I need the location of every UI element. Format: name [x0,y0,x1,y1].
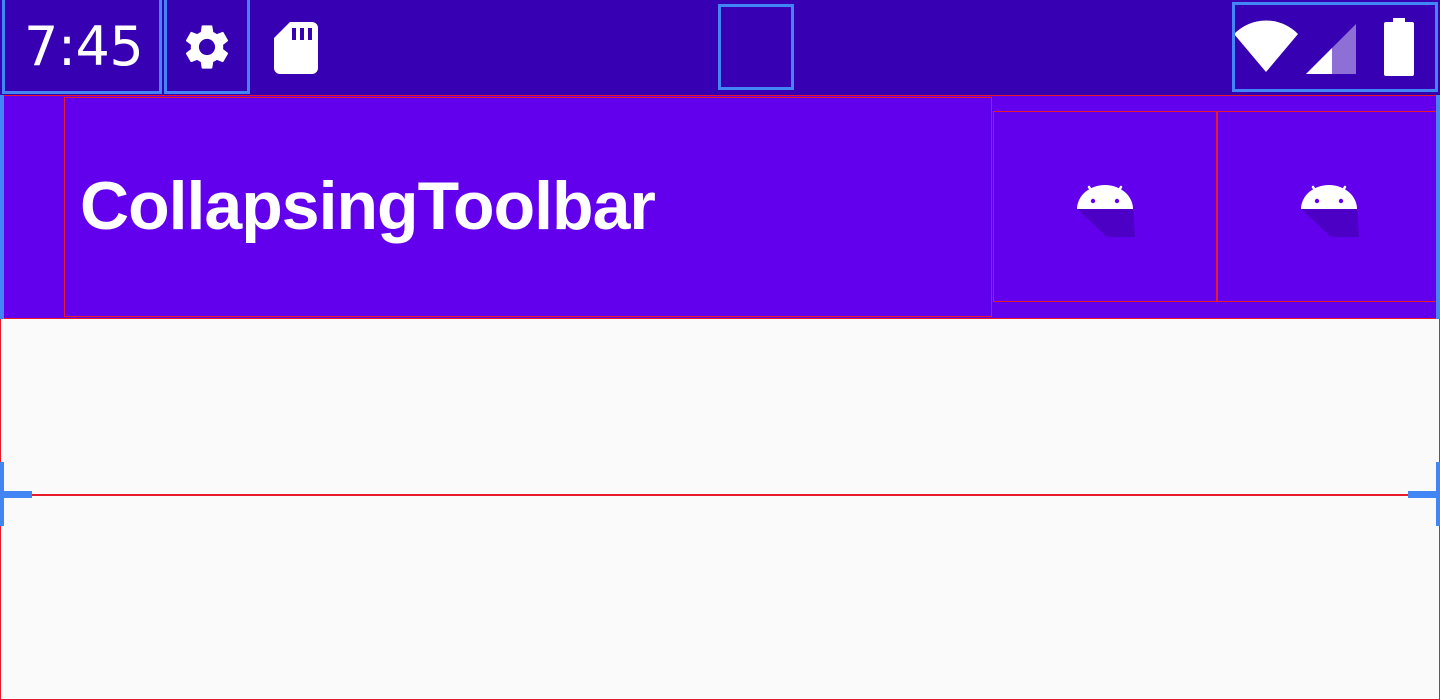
cell-signal-icon [1306,24,1356,74]
battery-icon [1384,18,1414,76]
toolbar-title: CollapsingToolbar [80,168,656,244]
toolbar-action-button-2[interactable] [1217,112,1440,302]
status-clock: 7:45 [24,15,144,78]
android-icon [1301,185,1359,237]
collapsing-toolbar: CollapsingToolbar [0,95,1440,319]
content-area [0,319,1440,700]
wifi-icon [1234,20,1298,72]
gear-icon [185,25,229,69]
android-icon [1077,185,1135,237]
status-bar: 7:45 [0,0,1440,95]
toolbar-action-button-1[interactable] [993,112,1217,302]
sd-card-icon [274,22,318,74]
